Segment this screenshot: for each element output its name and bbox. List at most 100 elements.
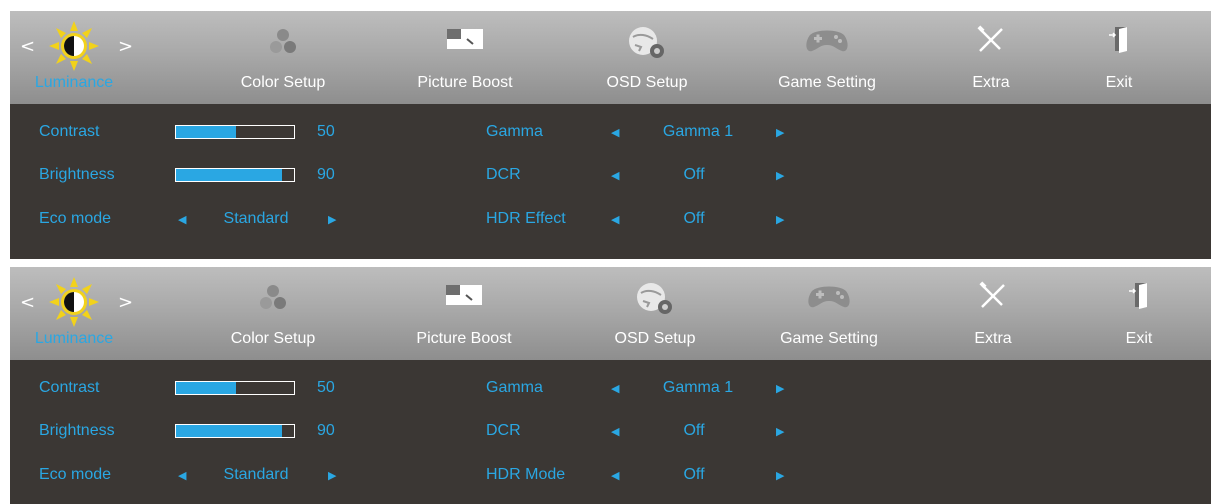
brightness-label: Brightness bbox=[39, 166, 115, 183]
hdr-effect-right-arrow[interactable]: ▶ bbox=[776, 213, 784, 226]
gamma-value: Gamma 1 bbox=[662, 123, 734, 140]
tab-luminance[interactable]: < > Luminance bbox=[10, 267, 138, 360]
contrast-value: 50 bbox=[317, 123, 335, 140]
brightness-slider[interactable] bbox=[175, 424, 295, 438]
gamma-right-arrow[interactable]: ▶ bbox=[776, 126, 784, 139]
hdr-effect-label: HDR Effect bbox=[486, 210, 566, 227]
tab-label: Extra bbox=[974, 330, 1012, 347]
tab-color-setup[interactable]: Color Setup bbox=[213, 267, 333, 360]
hdr-mode-left-arrow[interactable]: ◀ bbox=[611, 469, 619, 482]
brightness-slider[interactable] bbox=[175, 168, 295, 182]
tab-label: Picture Boost bbox=[416, 330, 512, 347]
tab-picture-boost[interactable]: Picture Boost bbox=[404, 267, 524, 360]
brightness-slider-fill bbox=[176, 169, 282, 181]
tab-label: OSD Setup bbox=[606, 74, 688, 91]
gamma-right-arrow[interactable]: ▶ bbox=[776, 382, 784, 395]
dcr-left-arrow[interactable]: ◀ bbox=[611, 425, 619, 438]
gamepad-icon bbox=[804, 281, 854, 316]
eco-mode-left-arrow[interactable]: ◀ bbox=[178, 469, 186, 482]
brightness-value: 90 bbox=[317, 422, 335, 439]
tab-bar: < > Luminance Color Setup Picture Boost … bbox=[10, 267, 1211, 360]
settings-area: Contrast 50 Brightness 90 Eco mode ◀ Sta… bbox=[10, 104, 1211, 259]
tab-extra[interactable]: Extra bbox=[951, 11, 1031, 104]
brightness-label: Brightness bbox=[39, 422, 115, 439]
tab-label: Color Setup bbox=[230, 330, 316, 347]
contrast-slider-fill bbox=[176, 126, 236, 138]
gamma-left-arrow[interactable]: ◀ bbox=[611, 382, 619, 395]
tab-label: Exit bbox=[1105, 74, 1133, 91]
gamma-value: Gamma 1 bbox=[662, 379, 734, 396]
tab-label: Color Setup bbox=[240, 74, 326, 91]
brightness-value: 90 bbox=[317, 166, 335, 183]
hdr-effect-value: Off bbox=[683, 210, 705, 227]
color-dots-icon bbox=[256, 281, 290, 320]
gamma-label: Gamma bbox=[486, 379, 543, 396]
exit-door-icon bbox=[1107, 25, 1131, 60]
eco-mode-left-arrow[interactable]: ◀ bbox=[178, 213, 186, 226]
osd-globe-gear-icon bbox=[633, 281, 677, 322]
tools-icon bbox=[976, 25, 1006, 60]
tab-osd-setup[interactable]: OSD Setup bbox=[595, 267, 715, 360]
hdr-mode-label: HDR Mode bbox=[486, 466, 566, 483]
contrast-label: Contrast bbox=[39, 379, 100, 396]
tab-label: Luminance bbox=[34, 74, 114, 91]
eco-mode-right-arrow[interactable]: ▶ bbox=[328, 469, 336, 482]
dcr-value: Off bbox=[683, 166, 705, 183]
tab-label: Game Setting bbox=[780, 330, 878, 347]
tab-luminance[interactable]: < > Luminance bbox=[10, 11, 138, 104]
tab-picture-boost[interactable]: Picture Boost bbox=[405, 11, 525, 104]
contrast-slider[interactable] bbox=[175, 125, 295, 139]
tab-label: Picture Boost bbox=[417, 74, 513, 91]
contrast-slider-fill bbox=[176, 382, 236, 394]
tab-label: OSD Setup bbox=[614, 330, 696, 347]
osd-menu-panel-2: < > Luminance Color Setup Picture Boost … bbox=[10, 267, 1211, 504]
eco-mode-value: Standard bbox=[223, 210, 289, 227]
tab-game-setting[interactable]: Game Setting bbox=[764, 267, 894, 360]
tab-game-setting[interactable]: Game Setting bbox=[762, 11, 892, 104]
sun-contrast-icon: < > bbox=[14, 277, 134, 332]
eco-mode-value: Standard bbox=[223, 466, 289, 483]
picture-boost-icon bbox=[444, 281, 484, 314]
hdr-mode-right-arrow[interactable]: ▶ bbox=[776, 469, 784, 482]
eco-mode-right-arrow[interactable]: ▶ bbox=[328, 213, 336, 226]
picture-boost-icon bbox=[445, 25, 485, 58]
tools-icon bbox=[978, 281, 1008, 316]
dcr-value: Off bbox=[683, 422, 705, 439]
tab-osd-setup[interactable]: OSD Setup bbox=[587, 11, 707, 104]
hdr-effect-left-arrow[interactable]: ◀ bbox=[611, 213, 619, 226]
tab-exit[interactable]: Exit bbox=[1099, 267, 1179, 360]
dcr-label: DCR bbox=[486, 166, 521, 183]
gamma-label: Gamma bbox=[486, 123, 543, 140]
contrast-label: Contrast bbox=[39, 123, 100, 140]
eco-mode-label: Eco mode bbox=[39, 210, 112, 227]
settings-area: Contrast 50 Brightness 90 Eco mode ◀ Sta… bbox=[10, 360, 1211, 504]
svg-text:<: < bbox=[20, 36, 35, 57]
contrast-value: 50 bbox=[317, 379, 335, 396]
dcr-right-arrow[interactable]: ▶ bbox=[776, 425, 784, 438]
dcr-left-arrow[interactable]: ◀ bbox=[611, 169, 619, 182]
brightness-slider-fill bbox=[176, 425, 282, 437]
tab-label: Exit bbox=[1125, 330, 1153, 347]
tab-label: Game Setting bbox=[778, 74, 876, 91]
dcr-label: DCR bbox=[486, 422, 521, 439]
hdr-mode-value: Off bbox=[683, 466, 705, 483]
tab-exit[interactable]: Exit bbox=[1079, 11, 1159, 104]
tab-label: Extra bbox=[972, 74, 1010, 91]
tab-color-setup[interactable]: Color Setup bbox=[223, 11, 343, 104]
dcr-right-arrow[interactable]: ▶ bbox=[776, 169, 784, 182]
osd-menu-panel-1: < > Luminance Color Setup Picture Boost … bbox=[10, 11, 1211, 259]
color-dots-icon bbox=[266, 25, 300, 64]
svg-text:>: > bbox=[118, 36, 133, 57]
tab-extra[interactable]: Extra bbox=[953, 267, 1033, 360]
gamepad-icon bbox=[802, 25, 852, 60]
sun-contrast-icon: < > bbox=[14, 21, 134, 76]
contrast-slider[interactable] bbox=[175, 381, 295, 395]
tab-label: Luminance bbox=[34, 330, 114, 347]
gamma-left-arrow[interactable]: ◀ bbox=[611, 126, 619, 139]
osd-globe-gear-icon bbox=[625, 25, 669, 66]
eco-mode-label: Eco mode bbox=[39, 466, 112, 483]
svg-text:<: < bbox=[20, 292, 35, 313]
tab-bar: < > Luminance Color Setup Picture Boost … bbox=[10, 11, 1211, 104]
exit-door-icon bbox=[1127, 281, 1151, 316]
svg-text:>: > bbox=[118, 292, 133, 313]
